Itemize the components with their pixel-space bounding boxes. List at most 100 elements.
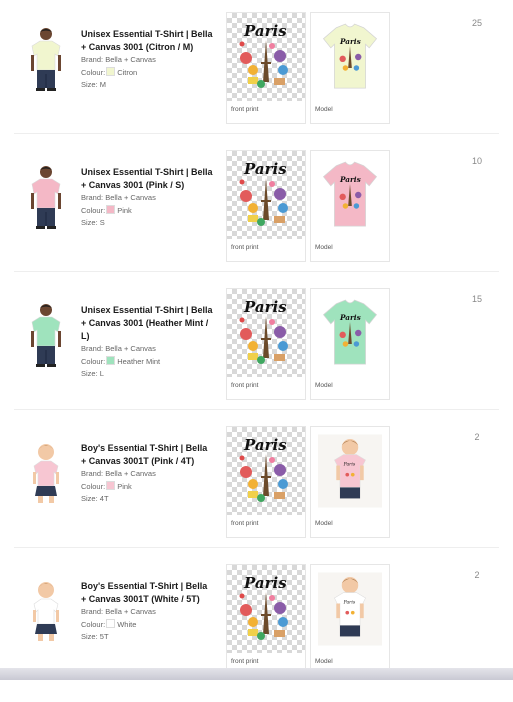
print-image: Paris <box>227 151 305 239</box>
item-quantity: 15 <box>471 294 482 304</box>
colour-swatch <box>106 66 116 76</box>
product-title: Unisex Essential T-Shirt | Bella + Canva… <box>81 29 213 52</box>
product-colour: Colour: Citron <box>81 66 138 77</box>
svg-text:Paris: Paris <box>339 37 361 46</box>
colour-swatch <box>106 618 116 628</box>
mockup-image: Paris <box>311 427 389 515</box>
tshirt-mockup-icon: Paris <box>322 299 378 365</box>
product-brand: Brand: Bella + Canvas <box>81 469 156 478</box>
adult-model-thumbnail-icon <box>31 166 61 229</box>
colour-swatch <box>106 480 116 490</box>
child-model-photo-icon: Paris <box>318 434 382 508</box>
svg-text:Paris: Paris <box>339 313 361 322</box>
front-print-caption: front print <box>231 244 259 251</box>
front-print-caption: front print <box>231 520 259 527</box>
svg-text:Paris: Paris <box>343 462 356 468</box>
item-quantity: 2 <box>474 570 480 580</box>
product-colour: Colour: Pink <box>81 480 132 491</box>
model-caption: Model <box>315 106 333 113</box>
order-item-row: Boy's Essential T-Shirt | Bella + Canvas… <box>0 564 513 702</box>
mockup-image: Paris <box>311 289 389 377</box>
adult-model-thumbnail-icon <box>31 304 61 367</box>
item-quantity: 25 <box>471 18 482 28</box>
paris-design-icon: Paris <box>239 436 288 502</box>
tshirt-mockup-icon: Paris <box>322 161 378 227</box>
front-print-caption: front print <box>231 382 259 389</box>
model-mockup-preview[interactable]: Paris Model <box>310 12 390 124</box>
product-title: Boy's Essential T-Shirt | Bella + Canvas… <box>81 581 208 604</box>
svg-text:Paris: Paris <box>243 298 287 316</box>
tshirt-mockup-icon: Paris <box>322 23 378 89</box>
window-bottom-edge <box>0 668 513 680</box>
svg-text:Paris: Paris <box>343 600 356 606</box>
product-model-thumbnail <box>26 302 66 368</box>
print-image: Paris <box>227 565 305 653</box>
model-mockup-preview[interactable]: Paris Model <box>310 288 390 400</box>
model-caption: Model <box>315 520 333 527</box>
product-size: Size: 4T <box>81 494 109 503</box>
child-model-photo-icon: Paris <box>318 572 382 646</box>
item-quantity: 10 <box>471 156 482 166</box>
product-size: Size: L <box>81 369 104 378</box>
product-brand: Brand: Bella + Canvas <box>81 344 156 353</box>
svg-text:Paris: Paris <box>339 175 361 184</box>
product-brand: Brand: Bella + Canvas <box>81 607 156 616</box>
product-title: Boy's Essential T-Shirt | Bella + Canvas… <box>81 443 208 466</box>
product-model-thumbnail <box>26 26 66 92</box>
row-divider <box>14 547 499 548</box>
front-print-preview[interactable]: Paris front print <box>226 564 306 676</box>
model-caption: Model <box>315 658 333 665</box>
print-image: Paris <box>227 427 305 515</box>
front-print-caption: front print <box>231 658 259 665</box>
order-item-row: Unisex Essential T-Shirt | Bella + Canva… <box>0 12 513 150</box>
model-caption: Model <box>315 382 333 389</box>
product-colour: Colour: White <box>81 618 137 629</box>
product-colour: Colour: Heather Mint <box>81 355 161 366</box>
model-mockup-preview[interactable]: Paris Model <box>310 150 390 262</box>
product-brand: Brand: Bella + Canvas <box>81 193 156 202</box>
print-image: Paris <box>227 289 305 377</box>
child-thumbnail-icon <box>33 582 59 641</box>
mockup-image: Paris <box>311 151 389 239</box>
product-title: Unisex Essential T-Shirt | Bella + Canva… <box>81 167 213 190</box>
svg-text:Paris: Paris <box>243 160 287 178</box>
product-details: Boy's Essential T-Shirt | Bella + Canvas… <box>81 442 213 506</box>
child-thumbnail-icon <box>33 444 59 503</box>
product-brand: Brand: Bella + Canvas <box>81 55 156 64</box>
paris-design-icon: Paris <box>239 22 288 88</box>
svg-text:Paris: Paris <box>243 574 287 592</box>
model-caption: Model <box>315 244 333 251</box>
adult-model-thumbnail-icon <box>31 28 61 91</box>
product-model-thumbnail <box>26 578 66 644</box>
product-details: Unisex Essential T-Shirt | Bella + Canva… <box>81 28 213 92</box>
paris-design-icon: Paris <box>239 574 288 640</box>
item-quantity: 2 <box>474 432 480 442</box>
product-model-thumbnail <box>26 440 66 506</box>
front-print-caption: front print <box>231 106 259 113</box>
mockup-image: Paris <box>311 565 389 653</box>
order-item-row: Unisex Essential T-Shirt | Bella + Canva… <box>0 150 513 288</box>
product-size: Size: M <box>81 80 107 89</box>
row-divider <box>14 133 499 134</box>
model-mockup-preview[interactable]: Paris Model <box>310 426 390 538</box>
print-image: Paris <box>227 13 305 101</box>
product-title: Unisex Essential T-Shirt | Bella + Canva… <box>81 305 213 341</box>
order-item-row: Unisex Essential T-Shirt | Bella + Canva… <box>0 288 513 426</box>
paris-design-icon: Paris <box>239 298 288 364</box>
row-divider <box>14 271 499 272</box>
order-item-row: Boy's Essential T-Shirt | Bella + Canvas… <box>0 426 513 564</box>
front-print-preview[interactable]: Paris front print <box>226 12 306 124</box>
front-print-preview[interactable]: Paris front print <box>226 288 306 400</box>
colour-swatch <box>106 204 116 214</box>
model-mockup-preview[interactable]: Paris Model <box>310 564 390 676</box>
product-size: Size: S <box>81 218 105 227</box>
product-details: Unisex Essential T-Shirt | Bella + Canva… <box>81 304 213 381</box>
front-print-preview[interactable]: Paris front print <box>226 150 306 262</box>
front-print-preview[interactable]: Paris front print <box>226 426 306 538</box>
svg-text:Paris: Paris <box>243 22 287 40</box>
product-colour: Colour: Pink <box>81 204 132 215</box>
mockup-image: Paris <box>311 13 389 101</box>
colour-swatch <box>106 355 116 365</box>
product-model-thumbnail <box>26 164 66 230</box>
paris-design-icon: Paris <box>239 160 288 226</box>
